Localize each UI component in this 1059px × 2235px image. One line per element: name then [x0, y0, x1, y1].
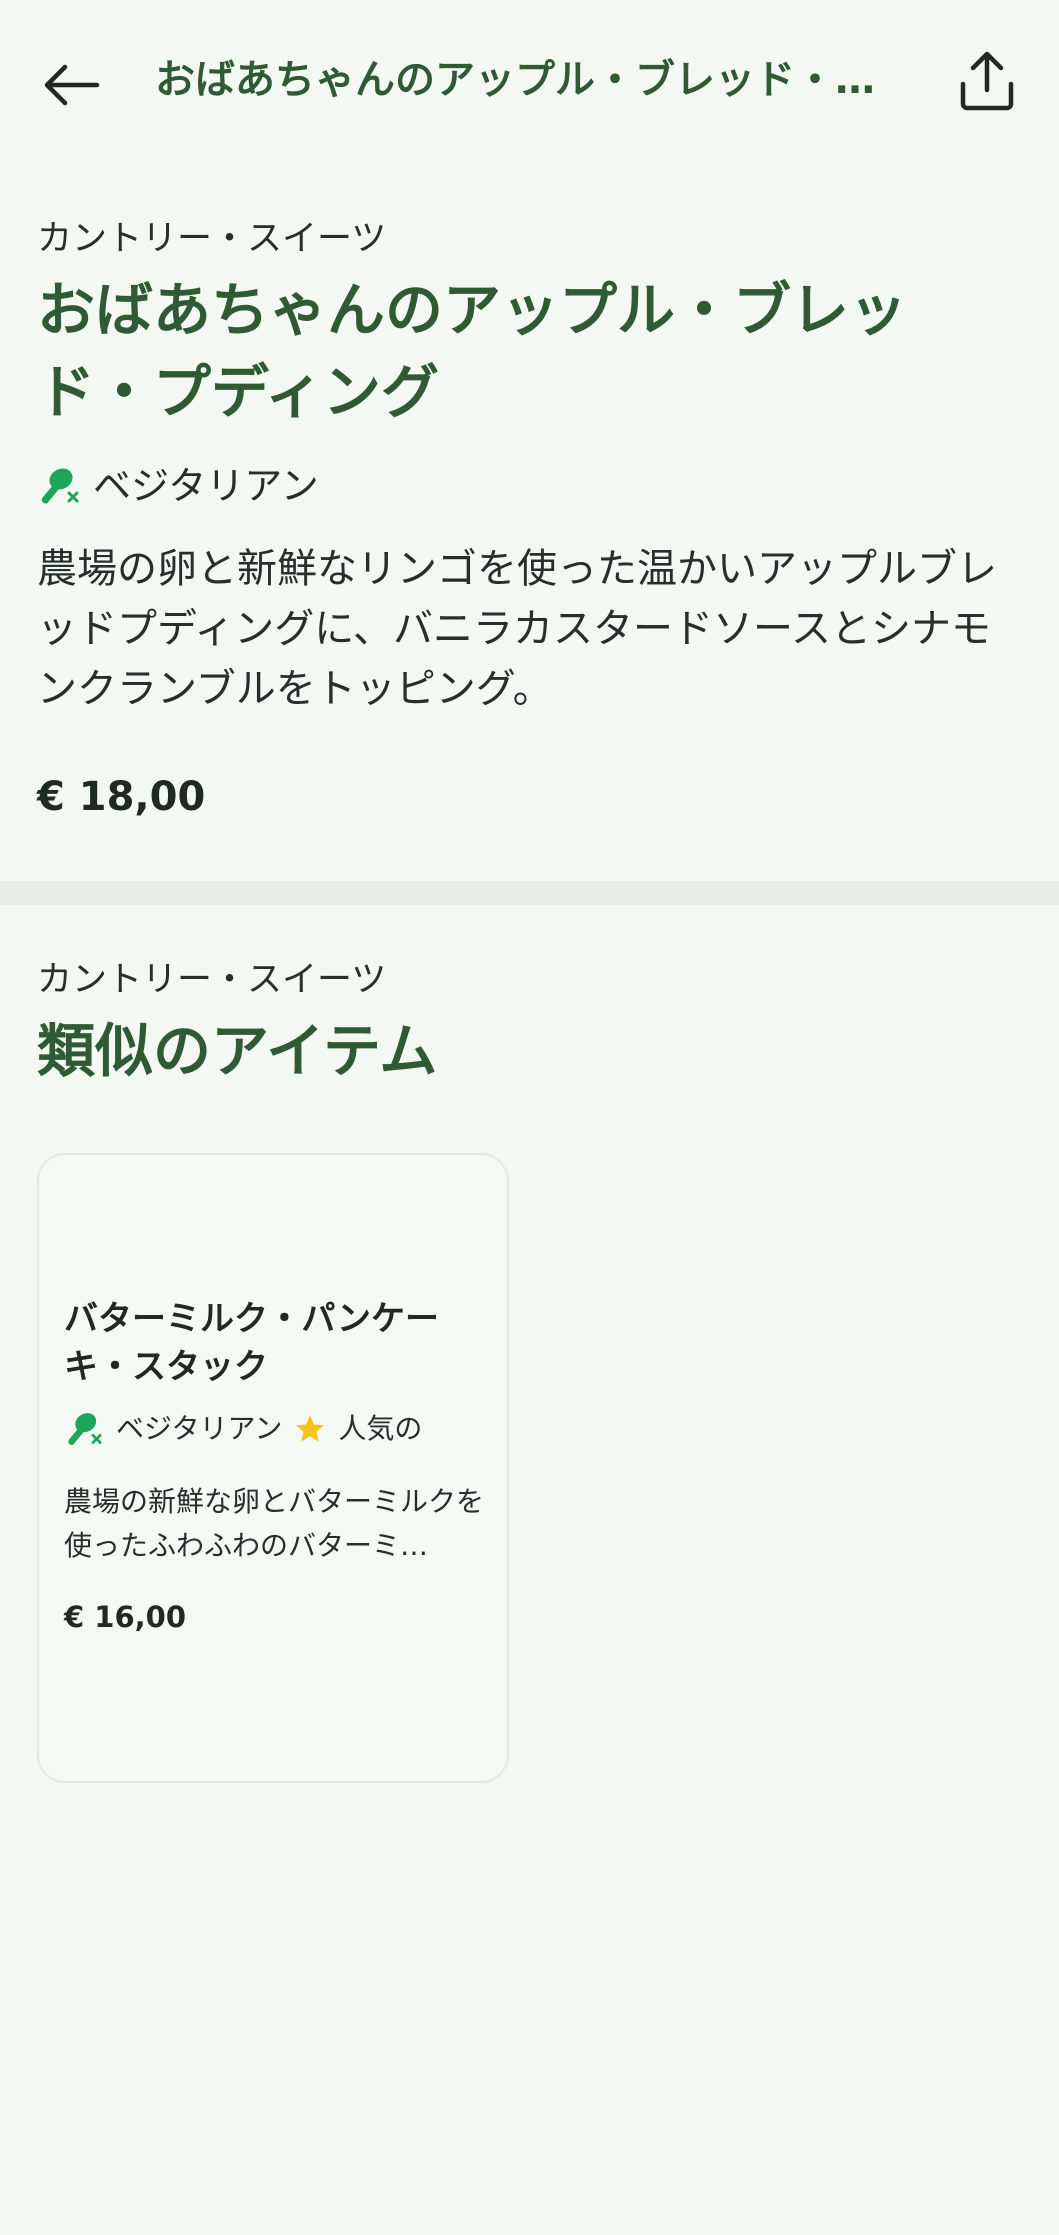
item-description: 農場の卵と新鮮なリンゴを使った温かいアップルブレッドプディングに、バニラカスター…	[37, 546, 997, 712]
similar-category: カントリー・スイーツ	[37, 960, 387, 1000]
item-title: おばあちゃんのアップル・ブレッド・プディング	[37, 276, 908, 426]
vegetarian-meat-free-icon	[68, 1413, 102, 1445]
header-title: おばあちゃんのアップル・ブレッド・プディング	[155, 57, 900, 103]
section-divider	[0, 881, 1059, 905]
item-tags: ベジタリアン	[37, 461, 1022, 511]
card-price: € 16,00	[64, 1600, 187, 1634]
similar-items-title: 類似のアイテム	[37, 1017, 438, 1085]
item-detail: カントリー・スイーツ おばあちゃんのアップル・ブレッド・プディング ベジタリアン…	[37, 215, 1022, 823]
card-title: バターミルク・パンケーキ・スタック	[64, 1299, 440, 1387]
share-icon	[960, 51, 1014, 111]
arrow-left-icon	[44, 64, 100, 106]
top-app-bar: おばあちゃんのアップル・ブレッド・プディング	[0, 0, 1059, 170]
star-icon	[296, 1415, 325, 1442]
card-vegetarian-label: ベジタリアン	[116, 1412, 283, 1445]
item-price: € 18,00	[37, 774, 206, 820]
vegetarian-tag-label: ベジタリアン	[93, 464, 319, 508]
back-button[interactable]	[36, 50, 106, 120]
card-popular-label: 人気の	[338, 1412, 423, 1445]
card-tags: ベジタリアン 人気の	[64, 1407, 422, 1451]
vegetarian-meat-free-icon	[41, 468, 79, 504]
similar-items-section: カントリー・スイーツ 類似のアイテム	[37, 956, 1022, 1092]
card-description: 農場の新鮮な卵とバターミルクを使ったふわふわのバターミ…	[64, 1485, 485, 1562]
share-button[interactable]	[951, 46, 1023, 118]
similar-item-card[interactable]: バターミルク・パンケーキ・スタック ベジタリアン 人気の 農場の新鮮な卵とバター…	[37, 1153, 509, 1783]
item-category: カントリー・スイーツ	[37, 219, 387, 259]
